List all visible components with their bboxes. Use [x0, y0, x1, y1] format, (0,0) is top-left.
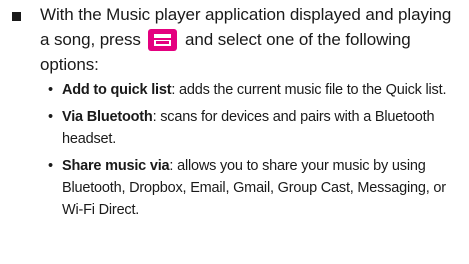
option-item-add-to-quick-list: • Add to quick list: adds the current mu… [48, 79, 464, 101]
option-term: Add to quick list [62, 82, 172, 98]
option-description: : adds the current music file to the Qui… [171, 82, 447, 98]
square-bullet-icon [12, 12, 21, 21]
option-term: Via Bluetooth [62, 109, 153, 125]
bullet-dot: • [48, 158, 53, 174]
option-item-share-music-via: • Share music via: allows you to share y… [48, 155, 464, 221]
intro-paragraph: With the Music player application displa… [40, 2, 460, 77]
bullet-dot: • [48, 109, 53, 125]
options-list: • Add to quick list: adds the current mu… [48, 79, 464, 226]
bullet-dot: • [48, 82, 53, 98]
menu-key-icon [148, 29, 178, 51]
option-item-via-bluetooth: • Via Bluetooth: scans for devices and p… [48, 106, 464, 150]
option-term: Share music via [62, 158, 170, 174]
